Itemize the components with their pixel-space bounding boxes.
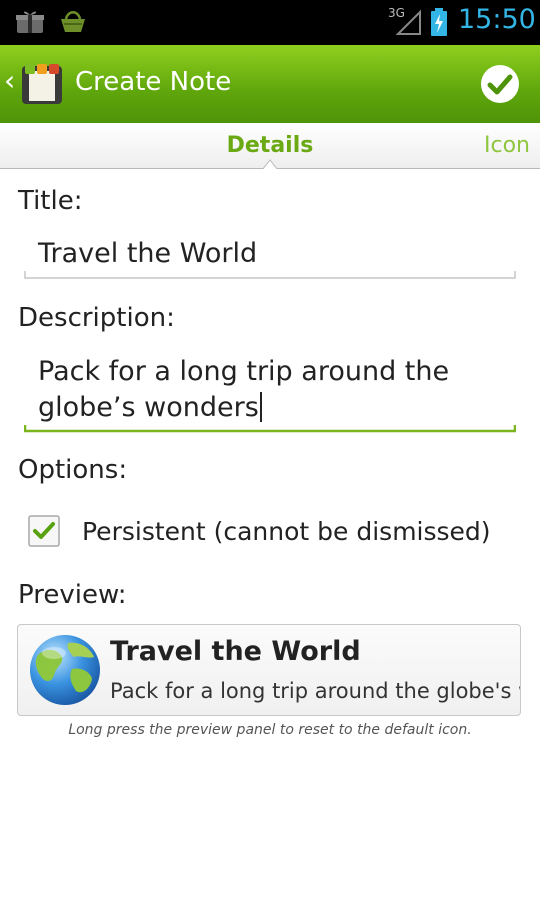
text-cursor	[259, 392, 262, 422]
description-input-underline	[24, 425, 516, 433]
description-label: Description:	[18, 303, 175, 333]
clock: 15:50	[458, 4, 536, 35]
title-input-underline	[24, 271, 516, 279]
globe-icon	[30, 635, 100, 705]
preview-label: Preview:	[18, 580, 127, 610]
notes-app-icon[interactable]	[20, 62, 64, 106]
basket-icon	[61, 11, 85, 32]
action-bar: ‹ Create Note	[0, 45, 540, 123]
persistent-checkbox[interactable]	[28, 515, 60, 547]
battery-icon	[431, 8, 447, 36]
description-text: Pack for a long trip around the globe’s …	[38, 356, 450, 423]
tab-icon[interactable]: Icon	[484, 133, 530, 158]
gift-icon	[16, 11, 44, 33]
signal-icon	[395, 9, 421, 35]
options-label: Options:	[18, 455, 128, 485]
preview-hint: Long press the preview panel to reset to…	[68, 722, 472, 738]
preview-title: Travel the World	[110, 636, 361, 667]
tab-details[interactable]: Details	[215, 133, 325, 158]
persistent-checkbox-label[interactable]: Persistent (cannot be dismissed)	[82, 517, 491, 546]
preview-description: Pack for a long trip around the globe's …	[110, 679, 520, 703]
page-title: Create Note	[75, 67, 232, 97]
title-input[interactable]: Travel the World	[38, 238, 257, 269]
chevron-left-icon[interactable]: ‹	[4, 67, 15, 95]
preview-panel[interactable]: Travel the World Pack for a long trip ar…	[17, 624, 521, 716]
tab-indicator	[262, 159, 278, 170]
done-button[interactable]	[478, 62, 522, 106]
title-label: Title:	[18, 186, 83, 216]
status-bar: 3G 15:50	[0, 0, 540, 45]
description-input[interactable]: Pack for a long trip around the globe’s …	[38, 354, 508, 426]
